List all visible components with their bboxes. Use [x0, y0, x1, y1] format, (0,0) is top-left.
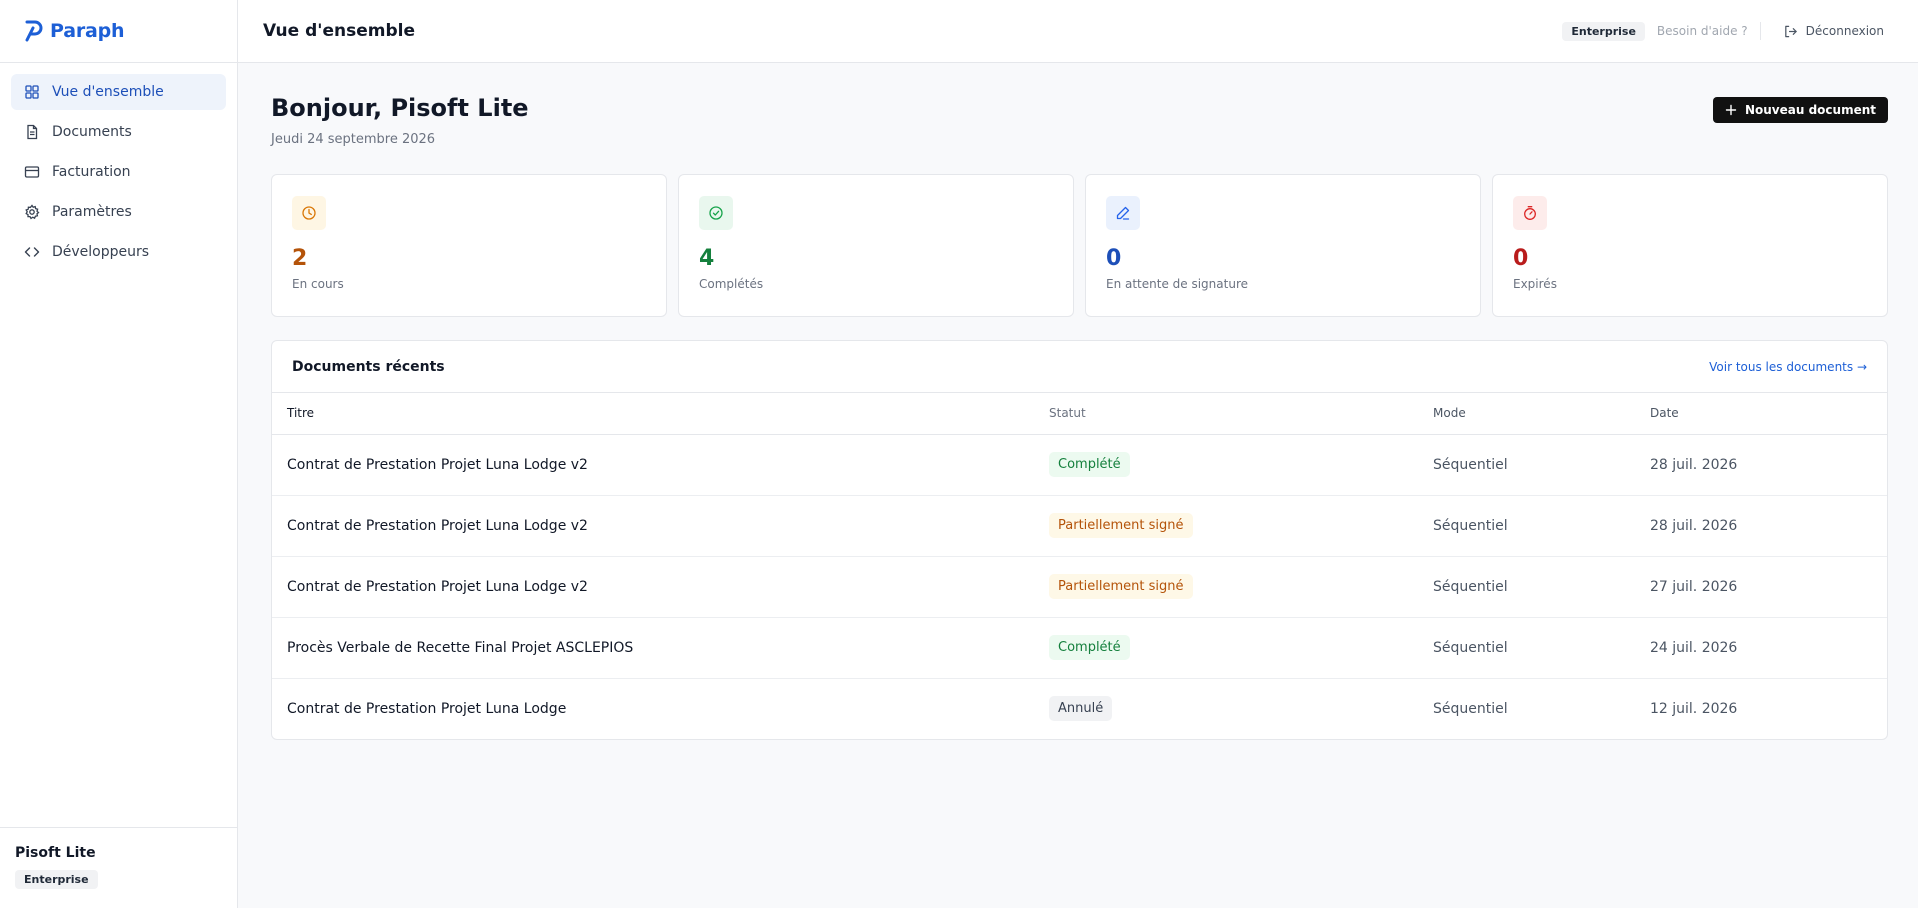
plan-badge: Enterprise [15, 870, 98, 889]
column-header-mode: Mode [1433, 393, 1650, 435]
table-row[interactable]: Procès Verbale de Recette Final Projet A… [272, 617, 1887, 679]
greeting: Bonjour, Pisoft Lite [271, 94, 529, 122]
stat-value: 4 [699, 246, 715, 271]
document-mode: Séquentiel [1433, 495, 1650, 557]
sidebar-item-label: Vue d'ensemble [52, 84, 164, 100]
account-name: Pisoft Lite [15, 845, 96, 861]
new-document-label: Nouveau document [1744, 103, 1876, 117]
page-title: Vue d'ensemble [263, 21, 415, 41]
recent-documents-card: Documents récents Voir tous les document… [271, 340, 1888, 740]
stat-card-completed[interactable]: 4 Complétés [678, 174, 1074, 317]
gear-icon [25, 204, 40, 220]
grid-icon [25, 85, 39, 99]
sidebar-item-documents[interactable]: Documents [11, 114, 226, 150]
stat-icon-box [1106, 196, 1140, 230]
file-icon [27, 124, 38, 140]
see-all-documents-link[interactable]: Voir tous les documents → [1709, 360, 1867, 374]
sidebar-item-billing[interactable]: Facturation [11, 154, 226, 190]
top-header: Vue d'ensemble Enterprise Besoin d'aide … [238, 0, 1918, 63]
sidebar-item-label: Facturation [52, 164, 131, 180]
recent-documents-title: Documents récents [292, 358, 445, 375]
status-badge: Partiellement signé [1049, 513, 1193, 538]
recent-documents-header: Documents récents Voir tous les document… [272, 341, 1887, 393]
document-title: Contrat de Prestation Projet Luna Lodge … [272, 556, 1049, 618]
document-title: Contrat de Prestation Projet Luna Lodge [287, 700, 567, 717]
logout-label: Déconnexion [1805, 24, 1884, 38]
logout-icon [1784, 25, 1797, 37]
stat-icon-box [699, 196, 733, 230]
column-header-date: Date [1650, 393, 1887, 435]
column-header-status: Statut [1049, 393, 1433, 435]
document-mode: Séquentiel [1433, 617, 1650, 679]
table-row[interactable]: Contrat de Prestation Projet Luna Lodge … [272, 678, 1887, 739]
new-document-button[interactable]: Nouveau document [1712, 97, 1888, 123]
plus-icon [1725, 104, 1737, 116]
check-circle-icon [709, 206, 723, 220]
logout-button[interactable]: Déconnexion [1783, 24, 1884, 39]
status-badge: Partiellement signé [1049, 574, 1193, 599]
divider [1759, 22, 1761, 40]
code-icon [24, 247, 40, 257]
document-date: 27 juil. 2026 [1650, 556, 1887, 618]
document-title: Contrat de Prestation Projet Luna Lodge … [272, 495, 1049, 557]
document-mode: Séquentiel [1433, 556, 1650, 618]
document-date: 28 juil. 2026 [1650, 434, 1887, 496]
stat-value: 0 [1513, 246, 1529, 271]
sidebar: Paraph Vue d'ensemble Documents Facturat… [0, 0, 238, 908]
document-title: Procès Verbale de Recette Final Projet A… [272, 617, 1049, 679]
document-date: 28 juil. 2026 [1650, 495, 1887, 557]
brand-name: Paraph [50, 20, 125, 42]
stat-icon-box [292, 196, 326, 230]
sidebar-item-developers[interactable]: Développeurs [11, 234, 226, 270]
stats-row: 2 En cours 4 Complétés 0 En attente de s… [271, 174, 1888, 317]
document-date: 12 juil. 2026 [1650, 700, 1738, 717]
credit-card-icon [24, 166, 40, 178]
sidebar-item-label: Développeurs [52, 244, 150, 260]
table-row[interactable]: Contrat de Prestation Projet Luna Lodge … [272, 495, 1887, 557]
status-badge: Annulé [1049, 696, 1113, 722]
status-badge: Complété [1049, 452, 1130, 477]
clock-icon [302, 206, 316, 220]
plan-badge: Enterprise [1562, 21, 1645, 41]
sidebar-item-label: Documents [52, 124, 132, 140]
table-row[interactable]: Contrat de Prestation Projet Luna Lodge … [272, 556, 1887, 618]
sidebar-item-label: Paramètres [52, 204, 132, 220]
stat-icon-box [1513, 196, 1547, 230]
help-link[interactable]: Besoin d'aide ? [1657, 24, 1748, 38]
paraph-logo-icon [25, 20, 43, 42]
stat-card-expired[interactable]: 0 Expirés [1492, 174, 1888, 317]
document-title: Contrat de Prestation Projet Luna Lodge … [272, 434, 1049, 496]
stat-label: Expirés [1513, 277, 1557, 291]
sidebar-item-overview[interactable]: Vue d'ensemble [11, 74, 226, 110]
stat-label: En attente de signature [1106, 277, 1248, 291]
status-badge: Complété [1049, 635, 1130, 660]
stat-card-in-progress[interactable]: 2 En cours [271, 174, 667, 317]
sidebar-nav: Vue d'ensemble Documents Facturation Par… [0, 63, 237, 285]
table-header-row: Titre Statut Mode Date [272, 393, 1887, 435]
stat-label: En cours [292, 277, 344, 291]
timer-icon [1524, 206, 1536, 220]
column-header-title: Titre [272, 393, 1049, 435]
current-date: Jeudi 24 septembre 2026 [271, 132, 436, 147]
stat-value: 2 [292, 246, 308, 271]
pen-icon [1116, 206, 1130, 220]
document-mode: Séquentiel [1433, 700, 1508, 717]
stat-card-awaiting-signature[interactable]: 0 En attente de signature [1085, 174, 1481, 317]
stat-value: 0 [1106, 246, 1122, 271]
stat-label: Complétés [699, 277, 764, 291]
sidebar-footer: Pisoft Lite Enterprise [0, 827, 237, 908]
sidebar-item-settings[interactable]: Paramètres [11, 194, 226, 230]
recent-documents-table: Titre Statut Mode Date Contrat de Presta… [272, 393, 1887, 739]
table-row[interactable]: Contrat de Prestation Projet Luna Lodge … [272, 434, 1887, 496]
brand[interactable]: Paraph [0, 0, 237, 63]
document-date: 24 juil. 2026 [1650, 617, 1887, 679]
header-actions: Enterprise Besoin d'aide ? Déconnexion [1562, 21, 1884, 41]
document-mode: Séquentiel [1433, 434, 1650, 496]
